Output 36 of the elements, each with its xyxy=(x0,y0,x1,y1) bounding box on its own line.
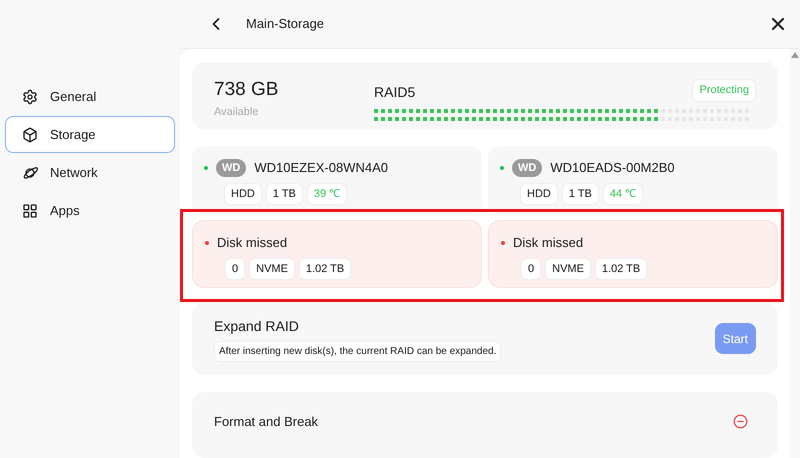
disk-tag: 1 TB xyxy=(562,183,599,206)
disk-tag: 1.02 TB xyxy=(298,258,352,280)
raid-level: RAID5 xyxy=(374,83,416,102)
sidebar-item[interactable]: Storage xyxy=(5,116,175,153)
capacity-value: 738 GB xyxy=(214,78,280,102)
scroll-up-icon[interactable] xyxy=(791,52,799,58)
disk-tag: 44 ℃ xyxy=(602,183,644,206)
disk-tag: HDD xyxy=(520,183,558,206)
page-title: Main-Storage xyxy=(246,15,324,34)
planet-icon xyxy=(22,164,38,180)
disk-name: Disk missed xyxy=(217,234,288,252)
remove-button[interactable] xyxy=(733,414,748,429)
cube-icon xyxy=(22,126,38,142)
format-title: Format and Break xyxy=(214,412,320,431)
sidebar-item[interactable]: Apps xyxy=(5,192,175,229)
settings-icon xyxy=(22,88,38,104)
capacity-label: Available xyxy=(214,105,260,120)
sidebar-item[interactable]: Network xyxy=(5,154,175,191)
expand-description: After inserting new disk(s), the current RAID can be expanded. xyxy=(214,340,502,362)
disk-tag: 39 ℃ xyxy=(306,183,348,206)
brand-logo: WD xyxy=(512,158,542,177)
disk-tag: 1 TB xyxy=(266,183,303,206)
disk-name: WD10EADS-00M2B0 xyxy=(550,158,675,177)
expand-title: Expand RAID xyxy=(214,316,300,336)
status-badge: Protecting xyxy=(692,79,756,102)
disk-tag: 0 xyxy=(521,258,542,280)
disk-tag: 1.02 TB xyxy=(594,258,648,280)
brand-logo: WD xyxy=(216,158,246,177)
disk-tag: NVME xyxy=(249,258,295,280)
disk-name: WD10EZEX-08WN4A0 xyxy=(254,158,388,177)
disk-tag: 0 xyxy=(225,258,246,280)
disk-name: Disk missed xyxy=(513,234,584,252)
disk-tag: NVME xyxy=(545,258,591,280)
grid-icon xyxy=(22,202,38,218)
sidebar-item[interactable]: General xyxy=(5,78,175,115)
disk-tag: HDD xyxy=(224,183,262,206)
